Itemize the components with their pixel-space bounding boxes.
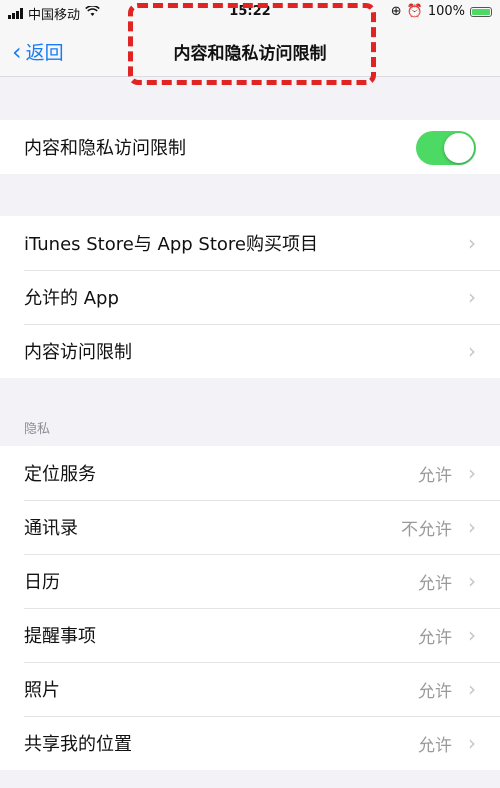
chevron-right-icon: › bbox=[468, 339, 476, 363]
list-item-value: 不允许 bbox=[401, 519, 452, 540]
list-item-label: 通讯录 bbox=[24, 518, 78, 539]
list-item-label: 共享我的位置 bbox=[24, 734, 132, 755]
list-item-label: 日历 bbox=[24, 572, 60, 593]
chevron-right-icon: › bbox=[468, 731, 476, 755]
list-item-value: 允许 bbox=[418, 465, 452, 486]
privacy-group: 定位服务 允许 › 通讯录 不允许 › 日历 允许 › 提醒事项 允许 › 照片… bbox=[0, 446, 500, 770]
store-group: iTunes Store与 App Store购买项目 › 允许的 App › … bbox=[0, 216, 500, 378]
list-item-contacts[interactable]: 通讯录 不允许 › bbox=[0, 500, 500, 554]
list-item-share-my-location[interactable]: 共享我的位置 允许 › bbox=[0, 716, 500, 770]
chevron-right-icon: › bbox=[468, 515, 476, 539]
chevron-right-icon: › bbox=[468, 285, 476, 309]
list-item-allowed-apps[interactable]: 允许的 App › bbox=[0, 270, 500, 324]
chevron-right-icon: › bbox=[468, 569, 476, 593]
list-item-content-restrictions[interactable]: 内容访问限制 › bbox=[0, 324, 500, 378]
list-item-value: 允许 bbox=[418, 573, 452, 594]
alarm-icon: ⏰ bbox=[406, 4, 423, 19]
chevron-right-icon: › bbox=[468, 623, 476, 647]
list-item-photos[interactable]: 照片 允许 › bbox=[0, 662, 500, 716]
content-privacy-toggle-row: 内容和隐私访问限制 bbox=[0, 120, 500, 174]
list-item-label: 定位服务 bbox=[24, 464, 96, 485]
toggle-row-label: 内容和隐私访问限制 bbox=[24, 138, 186, 159]
chevron-right-icon: › bbox=[468, 677, 476, 701]
list-item-label: 允许的 App bbox=[24, 288, 119, 309]
content-privacy-toggle[interactable] bbox=[416, 131, 476, 165]
rotation-lock-icon: ⊕ bbox=[390, 4, 402, 19]
list-item-reminders[interactable]: 提醒事项 允许 › bbox=[0, 608, 500, 662]
chevron-right-icon: › bbox=[468, 461, 476, 485]
list-item-label: 照片 bbox=[24, 680, 60, 701]
list-item-label: 提醒事项 bbox=[24, 626, 96, 647]
list-item-itunes-app-store[interactable]: iTunes Store与 App Store购买项目 › bbox=[0, 216, 500, 270]
highlight-annotation bbox=[128, 3, 376, 85]
battery-percent: 100% bbox=[427, 4, 465, 19]
list-item-value: 允许 bbox=[418, 681, 452, 702]
battery-charging-icon bbox=[470, 6, 492, 17]
list-item-value: 允许 bbox=[418, 735, 452, 756]
list-item-location-services[interactable]: 定位服务 允许 › bbox=[0, 446, 500, 500]
toggle-knob bbox=[444, 133, 474, 163]
list-item-label: 内容访问限制 bbox=[24, 342, 132, 363]
list-item-value: 允许 bbox=[418, 627, 452, 648]
privacy-section-header: 隐私 bbox=[24, 422, 51, 437]
list-item-label: iTunes Store与 App Store购买项目 bbox=[24, 234, 319, 255]
chevron-right-icon: › bbox=[468, 231, 476, 255]
list-item-calendars[interactable]: 日历 允许 › bbox=[0, 554, 500, 608]
main-toggle-group: 内容和隐私访问限制 bbox=[0, 120, 500, 174]
